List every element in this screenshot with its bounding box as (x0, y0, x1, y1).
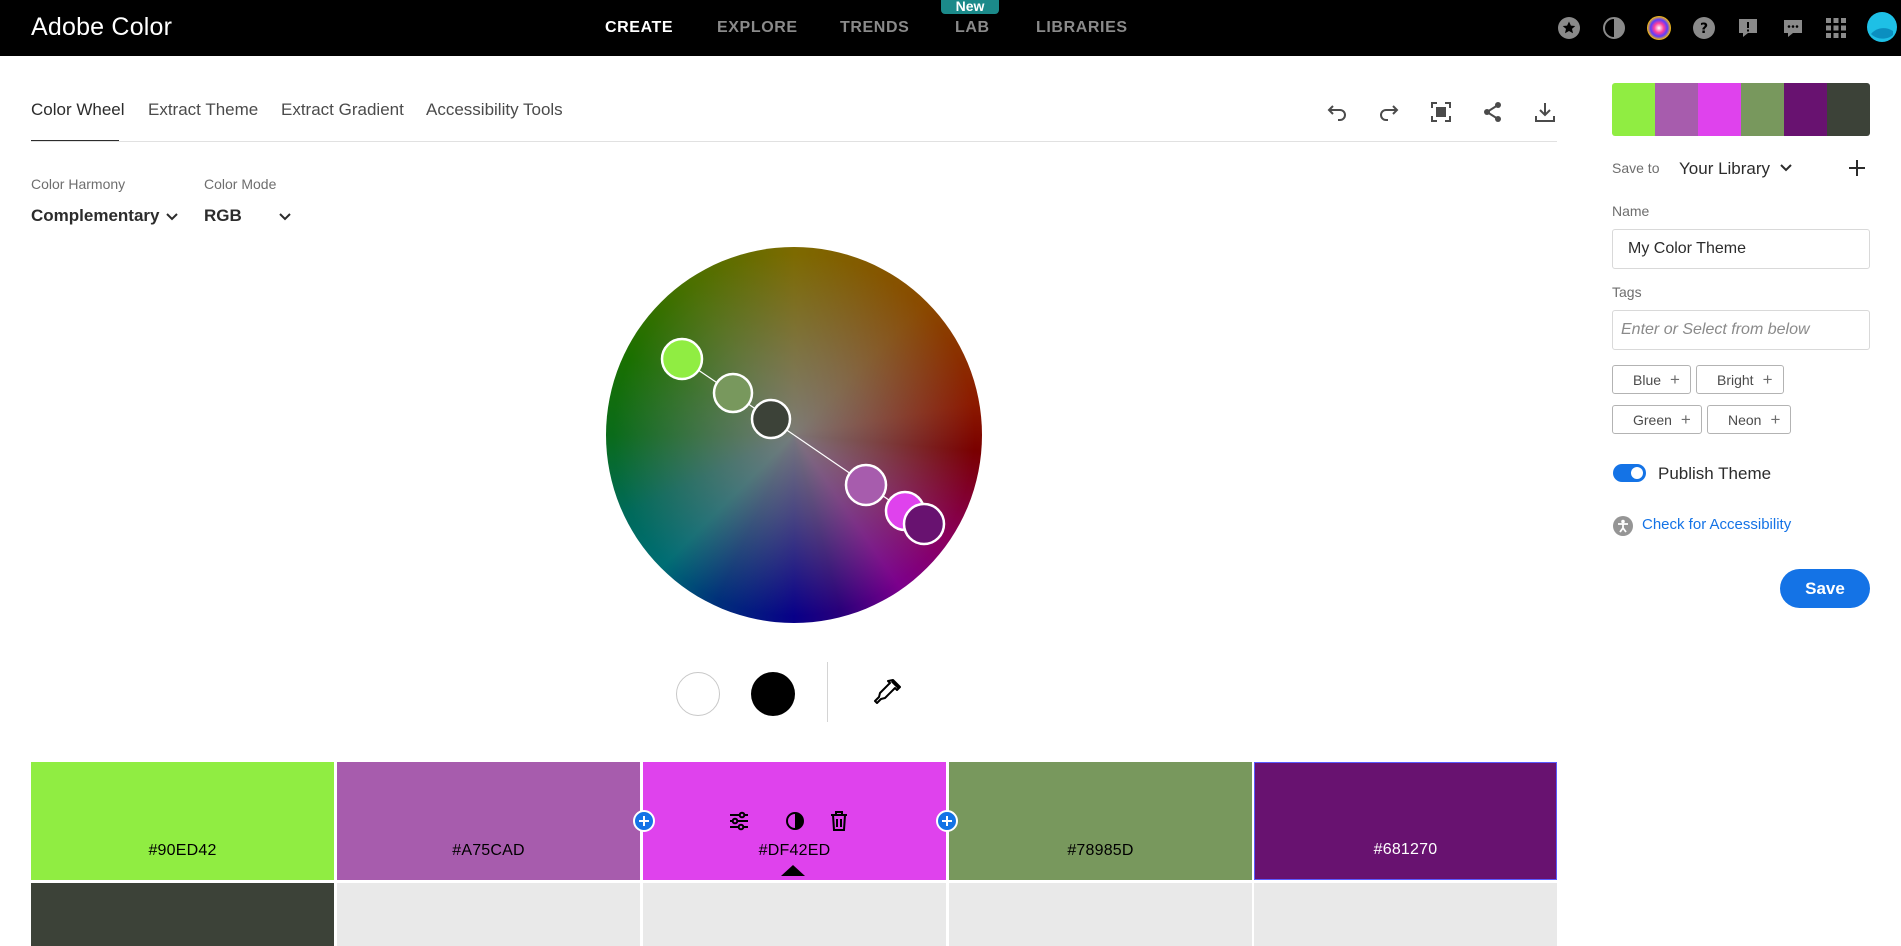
strip-color (1784, 83, 1827, 136)
redo-icon[interactable] (1376, 99, 1402, 125)
mode-chevron-down-icon[interactable] (278, 210, 292, 224)
empty-swatch-slot (949, 883, 1252, 946)
strip-color (1655, 83, 1698, 136)
undo-icon[interactable] (1324, 99, 1350, 125)
nav-lab[interactable]: LAB (955, 19, 990, 37)
help-icon[interactable]: ? (1691, 15, 1717, 41)
nav-libraries[interactable]: LIBRARIES (1036, 19, 1128, 37)
fullscreen-icon[interactable] (1428, 99, 1454, 125)
tab-accessibility-tools[interactable]: Accessibility Tools (426, 100, 563, 120)
tab-extract-theme[interactable]: Extract Theme (148, 100, 258, 120)
wheel-handles (660, 337, 946, 546)
tag-neon[interactable]: Neon + (1707, 405, 1792, 434)
feedback-icon[interactable] (1735, 15, 1761, 41)
check-accessibility-link[interactable]: Check for Accessibility (1642, 516, 1791, 533)
handle-78985d[interactable] (712, 372, 754, 414)
add-color-left-button[interactable] (633, 810, 655, 832)
color-wheel[interactable] (606, 247, 982, 623)
swatch-5[interactable]: #681270 (1254, 762, 1557, 880)
eyedropper-icon[interactable] (871, 677, 903, 709)
top-bar: Adobe Color CREATE EXPLORE TRENDS LAB Ne… (0, 0, 1901, 56)
contrast-icon[interactable] (1601, 15, 1627, 41)
handle-a75cad[interactable] (844, 463, 888, 507)
tag-label: Bright (1717, 371, 1754, 388)
empty-swatch-slot (643, 883, 946, 946)
strip-color (1827, 83, 1870, 136)
strip-color (1741, 83, 1784, 136)
strip-color (1612, 83, 1655, 136)
tag-label: Neon (1728, 411, 1762, 428)
mode-select[interactable]: RGB (204, 206, 242, 226)
add-tag-icon: + (1770, 410, 1781, 429)
top-icons: ? (1521, 12, 1901, 43)
tag-blue[interactable]: Blue + (1612, 365, 1691, 394)
download-icon[interactable] (1532, 99, 1558, 125)
tab-color-wheel[interactable]: Color Wheel (31, 100, 125, 120)
adjust-sliders-icon[interactable] (727, 809, 751, 833)
harmony-chevron-down-icon[interactable] (165, 210, 179, 224)
tabs-divider (31, 141, 1557, 142)
library-select[interactable]: Your Library (1679, 159, 1770, 179)
empty-swatch-slot (337, 883, 640, 946)
swatch-hex[interactable]: #A75CAD (452, 842, 525, 860)
avatar[interactable] (1867, 12, 1897, 42)
theme-preview-strip (1612, 83, 1870, 136)
add-tag-icon: + (1670, 370, 1680, 389)
save-button[interactable]: Save (1780, 569, 1870, 608)
save-to-label: Save to (1612, 160, 1660, 176)
strip-color (1698, 83, 1741, 136)
swatch-hex[interactable]: #90ED42 (148, 842, 216, 860)
tags-input[interactable]: Enter or Select from below (1612, 310, 1870, 350)
handle-90ed42[interactable] (660, 337, 704, 381)
nav-explore[interactable]: EXPLORE (717, 19, 798, 37)
empty-swatch-slot (1254, 883, 1557, 946)
set-base-color-icon[interactable] (783, 809, 807, 833)
swatch-6[interactable] (31, 883, 334, 946)
mode-label: Color Mode (204, 176, 277, 192)
swatch-1[interactable]: #90ED42 (31, 762, 334, 880)
add-color-right-button[interactable] (936, 810, 958, 832)
tint-divider (827, 662, 828, 722)
swatch-hex[interactable]: #DF42ED (759, 842, 831, 860)
tag-green[interactable]: Green + (1612, 405, 1702, 434)
library-chevron-down-icon[interactable] (1779, 161, 1793, 175)
svg-text:?: ? (1700, 21, 1708, 37)
white-tint-button[interactable] (676, 672, 720, 716)
tags-label: Tags (1612, 284, 1642, 300)
nav-trends[interactable]: TRENDS (840, 19, 909, 37)
handle-681270[interactable] (902, 502, 946, 546)
app-title[interactable]: Adobe Color (31, 13, 172, 42)
new-badge: New (941, 0, 999, 14)
star-icon[interactable] (1556, 15, 1582, 41)
swatch-hex[interactable]: #681270 (1374, 841, 1438, 859)
swatch-4[interactable]: #78985D (949, 762, 1252, 880)
black-tint-button[interactable] (751, 672, 795, 716)
swatch-hex[interactable]: #78985D (1067, 842, 1133, 860)
tag-bright[interactable]: Bright + (1696, 365, 1784, 394)
publish-toggle[interactable] (1613, 464, 1646, 482)
apps-grid-icon[interactable] (1823, 15, 1849, 41)
publish-label: Publish Theme (1658, 464, 1772, 483)
tag-label: Green (1633, 411, 1672, 428)
add-tag-icon: + (1680, 410, 1691, 429)
tab-extract-gradient[interactable]: Extract Gradient (281, 100, 404, 120)
add-library-icon[interactable] (1847, 158, 1867, 178)
theme-name-input[interactable]: My Color Theme (1612, 229, 1870, 269)
trash-icon[interactable] (827, 809, 851, 833)
accessibility-icon (1613, 516, 1633, 536)
add-tag-icon: + (1762, 370, 1773, 389)
color-wheel-icon[interactable] (1646, 15, 1672, 41)
tag-label: Blue (1633, 371, 1662, 388)
chat-icon[interactable] (1780, 15, 1806, 41)
name-label: Name (1612, 203, 1650, 219)
selected-swatch-caret (781, 865, 805, 876)
harmony-select[interactable]: Complementary (31, 206, 159, 226)
nav-create[interactable]: CREATE (605, 19, 673, 37)
swatch-2[interactable]: #A75CAD (337, 762, 640, 880)
handle-3c4238[interactable] (750, 398, 792, 440)
harmony-label: Color Harmony (31, 176, 126, 192)
share-icon[interactable] (1480, 99, 1506, 125)
